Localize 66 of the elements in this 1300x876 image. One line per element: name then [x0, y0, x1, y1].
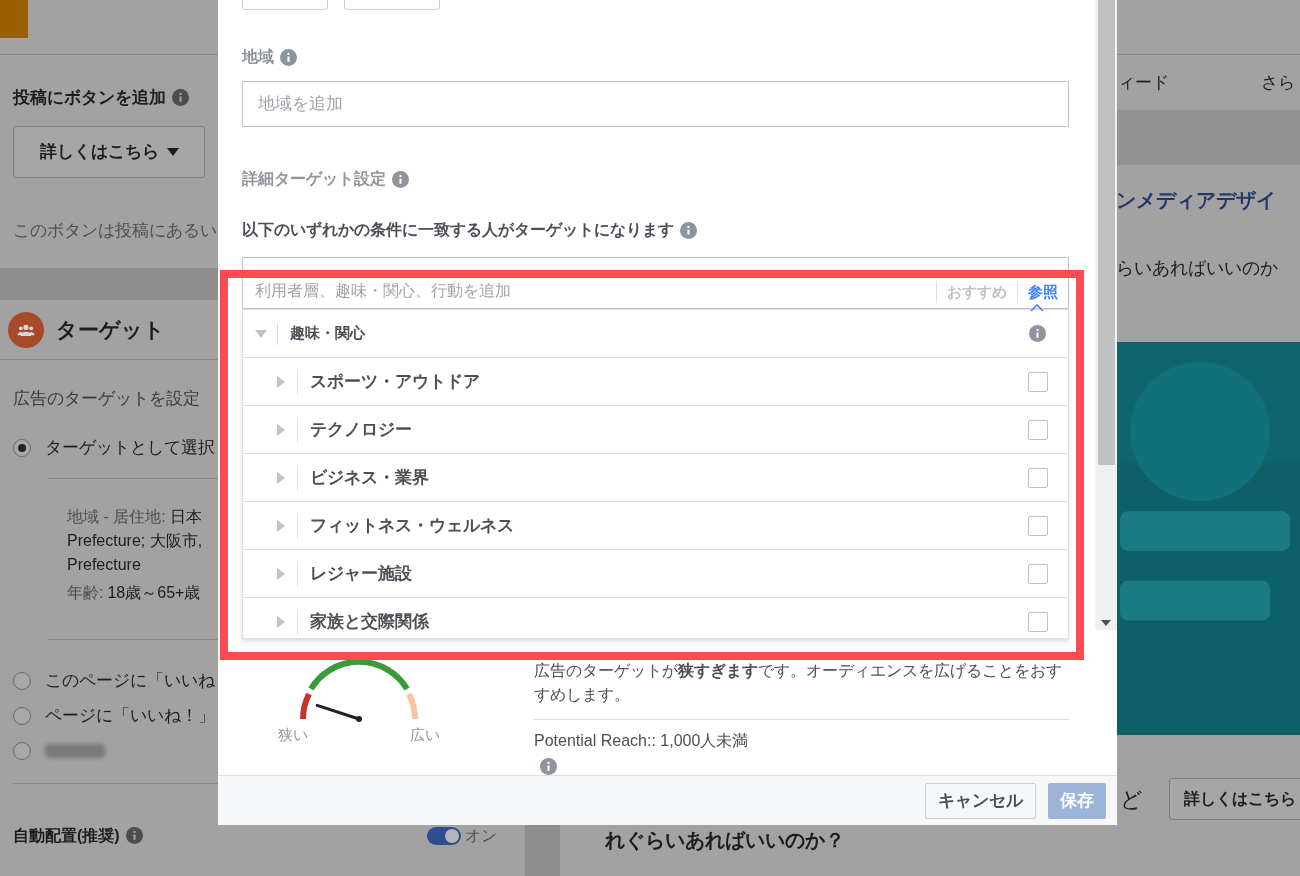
- category-row[interactable]: 家族と交際関係: [243, 598, 1068, 638]
- potential-reach: Potential Reach:: 1,000人未満: [534, 731, 750, 751]
- scrollbar[interactable]: [1095, 0, 1117, 630]
- targeting-search-field[interactable]: 利用者層、趣味・関心、行動を追加 おすすめ 参照: [242, 257, 1069, 309]
- radio-button[interactable]: [13, 672, 31, 690]
- radio-button[interactable]: [13, 439, 31, 457]
- nav-tab[interactable]: さら: [1261, 69, 1295, 96]
- info-icon: [172, 89, 189, 107]
- learn-more-button[interactable]: 詳しくはこちら: [1169, 778, 1300, 820]
- section-subtitle: 以下のいずれかの条件に一致する人がターゲットになります: [242, 220, 674, 241]
- category-row[interactable]: スポーツ・アウトドア: [243, 358, 1068, 406]
- detail-value: Prefecture: [67, 554, 141, 575]
- blurred-name: [45, 744, 105, 758]
- radio-label: ページに「いいね！」: [45, 705, 215, 728]
- field-label: 地域: [242, 47, 274, 67]
- auto-placement-label: 自動配置(推奨): [13, 825, 120, 846]
- target-description: 広告のターゲットを設定: [13, 388, 200, 410]
- audience-message: 広告のターゲットが狭すぎますです。オーディエンスを広げることをおすすめします。: [534, 659, 1069, 720]
- section-title: 投稿にボタンを追加: [13, 87, 166, 109]
- search-tab[interactable]: 参照: [1017, 280, 1068, 303]
- section-title: 詳細ターゲット設定: [242, 169, 386, 189]
- scroll-down-icon[interactable]: [1101, 620, 1111, 626]
- post-title: れぐらいあればいいのか？: [605, 829, 845, 851]
- radio-label: ターゲットとして選択: [45, 437, 215, 460]
- checkbox[interactable]: [1028, 515, 1048, 536]
- info-icon: [280, 48, 297, 66]
- info-icon: [1029, 325, 1046, 342]
- checkbox[interactable]: [1028, 467, 1048, 488]
- detail-value: 18歳～65+歳: [107, 582, 201, 603]
- category-row[interactable]: ビジネス・業界: [243, 454, 1068, 502]
- info-icon: [125, 827, 143, 844]
- cancel-button[interactable]: キャンセル: [925, 782, 1036, 819]
- learn-more-dropdown[interactable]: 詳しくはこちら: [13, 125, 205, 178]
- button-note: このボタンは投稿にあるい: [13, 219, 217, 242]
- audience-icon: [8, 311, 44, 348]
- detail-value: Prefecture; 大阪市,: [67, 530, 203, 551]
- checkbox[interactable]: [1028, 419, 1048, 440]
- checkbox[interactable]: [1028, 563, 1048, 584]
- checkbox[interactable]: [1028, 371, 1048, 392]
- section-title: ターゲット: [56, 316, 165, 343]
- category-row[interactable]: 趣味・関心: [243, 310, 1068, 358]
- toggle-label: オン: [465, 825, 497, 846]
- radio-button[interactable]: [13, 742, 31, 760]
- checkbox[interactable]: [1028, 611, 1048, 632]
- info-icon: [680, 221, 697, 239]
- toggle-switch[interactable]: [427, 826, 461, 845]
- gauge-label: 広い: [410, 725, 440, 745]
- detail-label: 地域 - 居住地:: [67, 506, 166, 527]
- caret-icon: [255, 329, 267, 338]
- gauge-label: 狭い: [278, 725, 308, 745]
- color-block: [0, 0, 28, 38]
- article-title[interactable]: ンメディアデザイ: [1116, 189, 1276, 211]
- detail-value: 日本: [169, 506, 202, 527]
- radio-label: このページに「いいね: [45, 670, 215, 693]
- detail-label: 年齢:: [67, 582, 104, 603]
- radio-button[interactable]: [13, 707, 31, 725]
- caret-icon: [166, 147, 179, 156]
- caption-text: ど: [1120, 785, 1143, 814]
- nav-tab[interactable]: ィード: [1118, 69, 1169, 96]
- category-row[interactable]: レジャー施設: [243, 550, 1068, 598]
- info-icon: [392, 170, 409, 188]
- location-field[interactable]: 地域を追加: [242, 81, 1069, 127]
- caret-up-icon: [1030, 304, 1044, 312]
- category-row[interactable]: フィットネス・ウェルネス: [243, 502, 1068, 550]
- article-subtitle: らいあればいいのか: [1116, 258, 1278, 278]
- category-row[interactable]: テクノロジー: [243, 406, 1068, 454]
